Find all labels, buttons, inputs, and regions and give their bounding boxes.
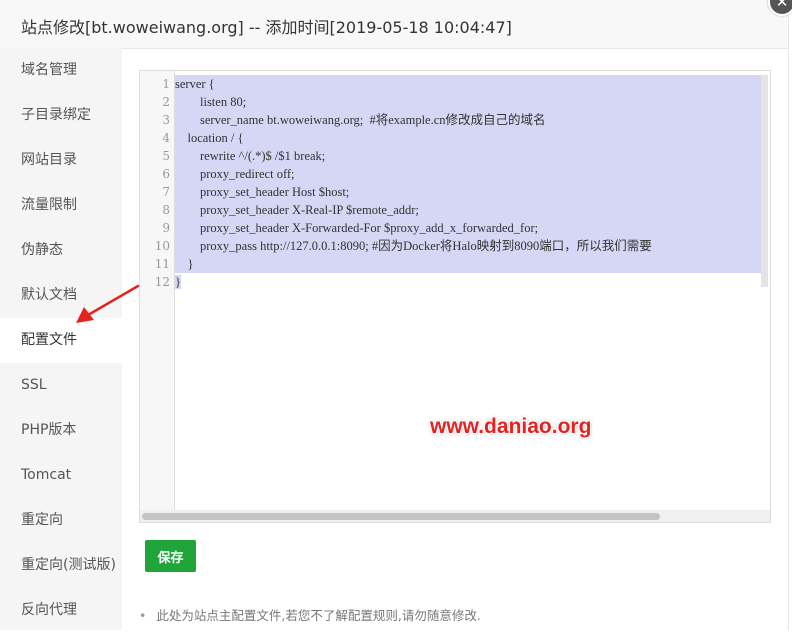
code-line[interactable]: proxy_redirect off;	[175, 165, 765, 183]
red-arrow-icon	[76, 284, 140, 323]
line-number: 2	[162, 95, 170, 109]
tip-text: 此处为站点主配置文件,若您不了解配置规则,请勿随意修改.	[156, 608, 481, 623]
sidebar-item-reverse-proxy[interactable]: 反向代理	[0, 588, 122, 633]
code-line[interactable]: location / {	[175, 129, 765, 147]
line-number: 9	[162, 221, 170, 235]
horizontal-scrollbar-thumb[interactable]	[142, 513, 660, 520]
code-line-text: }	[175, 275, 181, 289]
sidebar-item-rewrite[interactable]: 伪静态	[0, 228, 122, 273]
code-line[interactable]: proxy_pass http://127.0.0.1:8090; #因为Doc…	[175, 237, 765, 255]
sidebar-item-domain[interactable]: 域名管理	[0, 48, 122, 93]
line-number: 8	[162, 203, 170, 217]
config-tip: • 此处为站点主配置文件,若您不了解配置规则,请勿随意修改.	[139, 605, 481, 624]
sidebar-item-redirect[interactable]: 重定向	[0, 498, 122, 543]
line-number: 7	[162, 185, 170, 199]
dialog-title-bar: 站点修改[bt.woweiwang.org] -- 添加时间[2019-05-1…	[0, 0, 788, 49]
line-number: 10	[154, 239, 170, 253]
line-number: 1	[162, 77, 170, 91]
sidebar-item-tomcat[interactable]: Tomcat	[0, 453, 122, 498]
main-panel: 1 2 3 4 5 6 7 8 9 10 11 12 server { list…	[122, 48, 788, 630]
site-edit-dialog: 站点修改[bt.woweiwang.org] -- 添加时间[2019-05-1…	[0, 0, 789, 630]
sidebar-item-php-version[interactable]: PHP版本	[0, 408, 122, 453]
horizontal-scrollbar[interactable]	[140, 510, 770, 522]
vertical-scrollbar[interactable]	[761, 75, 768, 287]
config-code-editor[interactable]: 1 2 3 4 5 6 7 8 9 10 11 12 server { list…	[139, 70, 771, 523]
code-line[interactable]: rewrite ^/(.*)$ /$1 break;	[175, 147, 765, 165]
line-number: 11	[154, 257, 170, 271]
code-line[interactable]: }	[175, 273, 765, 291]
tip-bullet: •	[139, 608, 147, 623]
sidebar-item-redirect-beta[interactable]: 重定向(测试版)	[0, 543, 122, 588]
line-number: 12	[154, 275, 170, 289]
line-number-gutter: 1 2 3 4 5 6 7 8 9 10 11 12	[140, 71, 175, 522]
line-number: 6	[162, 167, 170, 181]
sidebar-item-ssl[interactable]: SSL	[0, 363, 122, 408]
code-line[interactable]: }	[175, 255, 765, 273]
code-line[interactable]: proxy_set_header Host $host;	[175, 183, 765, 201]
line-number: 5	[162, 149, 170, 163]
code-line[interactable]: server {	[175, 75, 765, 93]
code-area[interactable]: server { listen 80; server_name bt.wowei…	[175, 71, 765, 509]
code-line[interactable]: listen 80;	[175, 93, 765, 111]
sidebar-item-site-directory[interactable]: 网站目录	[0, 138, 122, 183]
save-button[interactable]: 保存	[145, 540, 196, 572]
sidebar: 域名管理 子目录绑定 网站目录 流量限制 伪静态 默认文档 配置文件 SSL P…	[0, 48, 122, 630]
line-number: 4	[162, 131, 170, 145]
code-line[interactable]: proxy_set_header X-Real-IP $remote_addr;	[175, 201, 765, 219]
watermark-text: www.daniao.org	[430, 415, 592, 438]
code-line[interactable]: proxy_set_header X-Forwarded-For $proxy_…	[175, 219, 765, 237]
code-line[interactable]: server_name bt.woweiwang.org; #将example.…	[175, 111, 765, 129]
sidebar-item-traffic-limit[interactable]: 流量限制	[0, 183, 122, 228]
sidebar-item-subdirectory-binding[interactable]: 子目录绑定	[0, 93, 122, 138]
line-number: 3	[162, 113, 170, 127]
dialog-title: 站点修改[bt.woweiwang.org] -- 添加时间[2019-05-1…	[21, 18, 512, 37]
